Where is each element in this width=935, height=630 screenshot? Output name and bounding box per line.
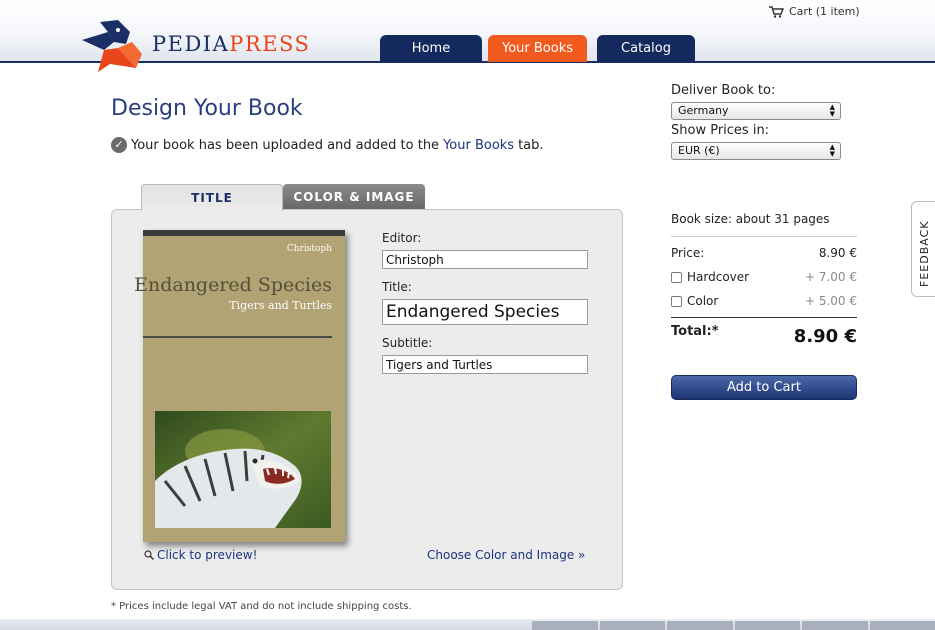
total-divider	[671, 317, 857, 318]
prices-label: Show Prices in:	[671, 123, 770, 138]
select-arrows-icon: ▲ ▼	[829, 103, 835, 118]
cover-top-bar	[143, 230, 345, 236]
notice-text: Your book has been uploaded and added to…	[131, 137, 440, 153]
tab-color-image[interactable]: COLOR & IMAGE	[283, 184, 425, 210]
nav-tab-catalog[interactable]: Catalog	[597, 35, 695, 62]
cart-label: Cart (1 item)	[789, 5, 860, 18]
subtitle-label: Subtitle:	[382, 336, 433, 350]
book-size: Book size: about 31 pages	[671, 212, 830, 226]
hardcover-price: + 7.00 €	[804, 270, 857, 284]
color-label: Color	[687, 294, 719, 308]
nav-tab-your-books[interactable]: Your Books	[488, 35, 587, 62]
vat-footnote: * Prices include legal VAT and do not in…	[111, 601, 412, 612]
cover-editor: Christoph	[286, 244, 332, 254]
divider	[671, 236, 857, 237]
footer-tab[interactable]	[869, 621, 935, 630]
cover-rule	[143, 336, 332, 338]
tiger-image	[155, 411, 331, 528]
feedback-tab[interactable]: FEEDBACK	[911, 201, 935, 297]
country-select[interactable]: Germany ▲ ▼	[671, 102, 841, 120]
cover-title: Endangered Species	[134, 274, 332, 296]
currency-select-value: EUR (€)	[678, 144, 720, 157]
choose-color-image-link[interactable]: Choose Color and Image »	[427, 548, 585, 562]
cart-link[interactable]: Cart (1 item)	[769, 5, 860, 18]
hardcover-checkbox[interactable]	[671, 271, 682, 283]
footer-tab[interactable]	[532, 621, 598, 630]
total-row: Total:* 8.90 €	[671, 324, 857, 347]
editor-input[interactable]	[382, 250, 588, 269]
price-value: 8.90 €	[818, 246, 857, 260]
footer-tab[interactable]	[802, 621, 868, 630]
footer-tabs	[532, 621, 935, 630]
title-input[interactable]	[382, 299, 588, 325]
price-label: Price:	[671, 246, 705, 260]
add-to-cart-button[interactable]: Add to Cart	[671, 375, 857, 400]
your-books-link[interactable]: Your Books	[443, 138, 514, 153]
price-row: Price: 8.90 €	[671, 246, 857, 260]
footer-tab[interactable]	[734, 621, 800, 630]
preview-link[interactable]: Click to preview!	[144, 548, 257, 562]
upload-notice: ✓ Your book has been uploaded and added …	[111, 137, 544, 153]
tab-title[interactable]: TITLE	[141, 184, 283, 211]
currency-select[interactable]: EUR (€) ▲ ▼	[671, 142, 841, 160]
subtitle-input[interactable]	[382, 355, 588, 374]
feedback-label: FEEDBACK	[918, 220, 931, 287]
cover-subtitle: Tigers and Turtles	[229, 299, 332, 312]
footer-tab[interactable]	[667, 621, 733, 630]
color-price: + 5.00 €	[804, 294, 857, 308]
preview-link-label: Click to preview!	[157, 548, 258, 562]
logo-wordmark: PEDIAPRESS	[152, 32, 311, 56]
color-checkbox[interactable]	[671, 295, 682, 307]
editor-label: Editor:	[382, 231, 422, 245]
footer-tab[interactable]	[599, 621, 665, 630]
deliver-label: Deliver Book to:	[671, 83, 776, 98]
select-arrows-icon: ▲ ▼	[829, 143, 835, 158]
total-label: Total:*	[671, 324, 719, 339]
checkmark-icon: ✓	[111, 137, 127, 153]
hardcover-row: Hardcover + 7.00 €	[671, 270, 857, 284]
book-cover-preview[interactable]: Christoph Endangered Species Tigers and …	[134, 230, 345, 542]
color-row: Color + 5.00 €	[671, 294, 857, 308]
page-title: Design Your Book	[111, 96, 303, 121]
notice-suffix: tab.	[518, 137, 544, 153]
cart-icon	[769, 5, 784, 18]
total-value: 8.90 €	[793, 326, 857, 347]
hardcover-label: Hardcover	[687, 270, 750, 284]
title-label: Title:	[382, 280, 412, 294]
logo-mark-icon	[82, 20, 142, 72]
nav-tab-home[interactable]: Home	[380, 35, 482, 62]
magnifier-icon	[144, 550, 154, 560]
country-select-value: Germany	[678, 104, 729, 117]
pediapress-logo[interactable]: PEDIAPRESS	[78, 18, 328, 74]
